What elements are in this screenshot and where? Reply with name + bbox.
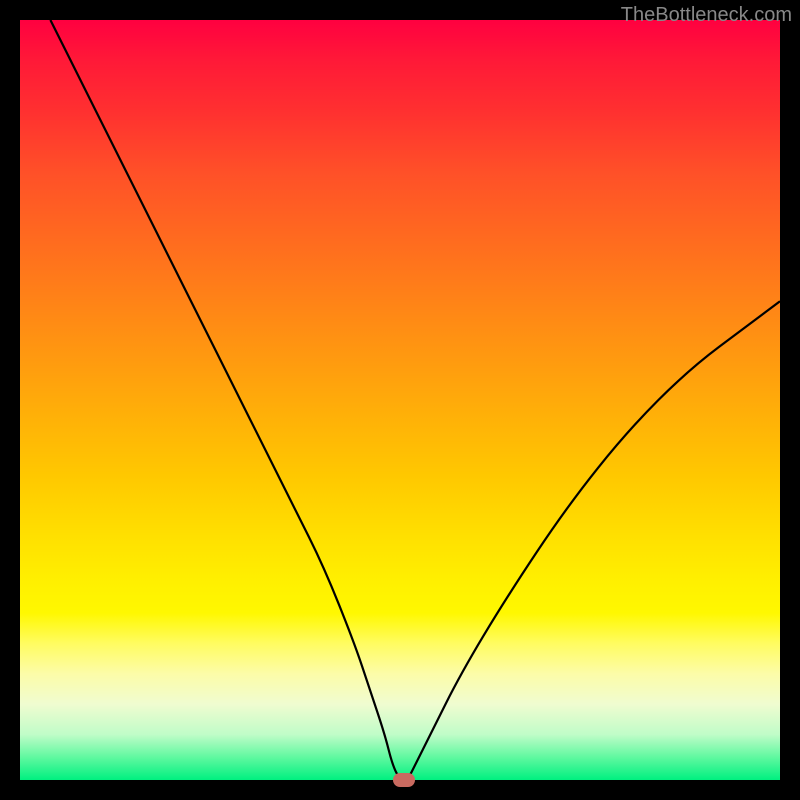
plot-area (20, 20, 780, 780)
watermark-text: TheBottleneck.com (621, 4, 792, 27)
chart-container: TheBottleneck.com (0, 0, 800, 800)
optimum-marker (393, 773, 415, 787)
bottleneck-curve (20, 20, 780, 780)
